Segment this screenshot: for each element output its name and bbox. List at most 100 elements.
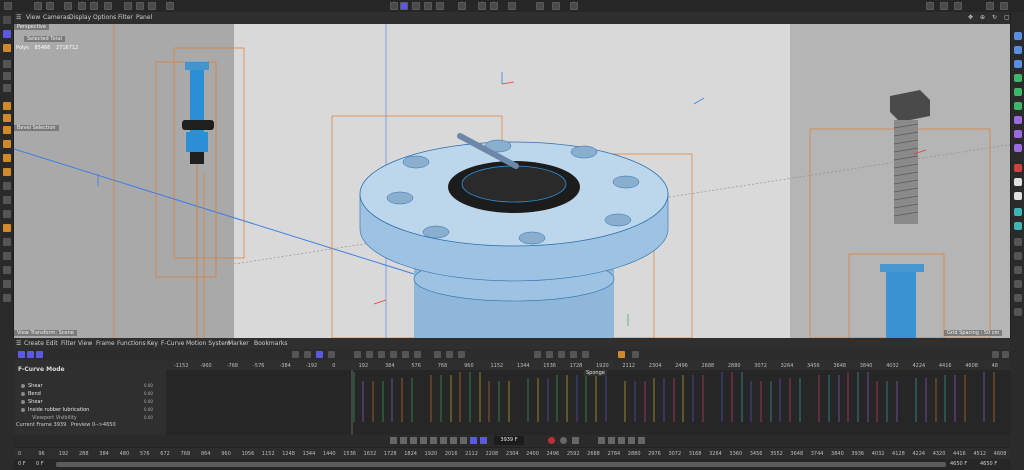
snap-tool-icon[interactable]: [3, 252, 11, 260]
bridge-tool-icon[interactable]: [3, 196, 11, 204]
render-object-icon[interactable]: [1014, 308, 1022, 316]
bevel-tool-icon[interactable]: [3, 168, 11, 176]
key-ease-icon[interactable]: [390, 351, 397, 358]
track-expand-icon[interactable]: [21, 408, 25, 412]
timeline-layout-icon-2[interactable]: [618, 351, 625, 358]
sponge-marker[interactable]: Sponge: [584, 370, 607, 376]
axis-x-icon[interactable]: [124, 2, 132, 10]
menu-display[interactable]: Display: [69, 14, 91, 21]
mograph-object-icon[interactable]: [1014, 280, 1022, 288]
magnet-tool-icon[interactable]: [3, 154, 11, 162]
track-expand-icon[interactable]: [21, 400, 25, 404]
tl-menu-frame[interactable]: Frame: [96, 340, 115, 347]
record-icon[interactable]: [480, 437, 487, 444]
track-row[interactable]: Shear 0.00: [14, 382, 166, 390]
tl-menu-motion-system[interactable]: Motion System: [186, 340, 231, 347]
track-expand-icon[interactable]: [21, 392, 25, 396]
auto-key-icon[interactable]: [316, 351, 323, 358]
tl-menu-fcurve[interactable]: F-Curve: [161, 340, 184, 347]
tag-object-icon[interactable]: [1014, 208, 1022, 216]
3d-viewport[interactable]: Perspective Selected Total Polys 85466 2…: [14, 24, 1010, 338]
range-end-b[interactable]: 4650 F: [980, 461, 997, 467]
current-frame-field[interactable]: 3939 F: [494, 436, 524, 445]
timeline-options-icon[interactable]: [632, 351, 639, 358]
cube-object-icon[interactable]: [1014, 32, 1022, 40]
tangent-break-icon[interactable]: [446, 351, 453, 358]
range-start-b[interactable]: 0 F: [36, 461, 44, 467]
simulation-object-icon[interactable]: [1014, 294, 1022, 302]
text-object-icon[interactable]: [1014, 60, 1022, 68]
frame-selected-icon[interactable]: [546, 351, 553, 358]
viewport-layout-icon[interactable]: ☰: [16, 14, 21, 21]
viewport-maximize-icon[interactable]: ▢: [1004, 14, 1010, 21]
auto-key-record-icon[interactable]: [560, 437, 567, 444]
timeline-expand-icon[interactable]: [1002, 351, 1009, 358]
layout-c-icon[interactable]: [954, 2, 962, 10]
move-icon[interactable]: [78, 2, 86, 10]
symmetry-icon[interactable]: [508, 2, 516, 10]
play-forward-icon[interactable]: [430, 437, 437, 444]
next-key-icon[interactable]: [450, 437, 457, 444]
curve-filter-icon[interactable]: [570, 351, 577, 358]
previous-frame-icon[interactable]: [410, 437, 417, 444]
menu-icon[interactable]: [4, 2, 12, 10]
viewport-nav-zoom-icon[interactable]: ⊕: [980, 14, 985, 21]
menu-view[interactable]: View: [26, 14, 40, 21]
play-backward-icon[interactable]: [420, 437, 427, 444]
rotate-tool-icon[interactable]: [3, 84, 11, 92]
key-linear-icon[interactable]: [354, 351, 361, 358]
edges-mode-icon[interactable]: [412, 2, 420, 10]
sculpt-tool-icon[interactable]: [3, 140, 11, 148]
grid-icon[interactable]: [490, 2, 498, 10]
menu-panel[interactable]: Panel: [136, 14, 152, 21]
primitive-tool-icon[interactable]: [3, 44, 11, 52]
account-icon[interactable]: [1000, 2, 1008, 10]
track-row[interactable]: Shear 0.00: [14, 398, 166, 406]
key-mode-icon[interactable]: [304, 351, 311, 358]
track-row[interactable]: Bend 0.00: [14, 390, 166, 398]
undo-icon[interactable]: [34, 2, 42, 10]
timeline-close-icon[interactable]: [992, 351, 999, 358]
motion-view-icon[interactable]: [36, 351, 43, 358]
loop-icon[interactable]: [470, 437, 477, 444]
track-row[interactable]: Viewport Visibility 0.00: [14, 414, 166, 422]
track-row[interactable]: Inside rubber lubrication 0.00: [14, 406, 166, 414]
frame-ruler[interactable]: 0 96 192 288 384 480 576 672 768 864 960 1056 1152 12…: [14, 447, 1010, 459]
axis-y-icon[interactable]: [136, 2, 144, 10]
coordinate-system-icon[interactable]: [166, 2, 174, 10]
tl-menu-edit[interactable]: Edit: [46, 340, 58, 347]
active-tool-icon[interactable]: [3, 30, 11, 38]
key-param-icon[interactable]: [628, 437, 635, 444]
fcurve-graph[interactable]: -1152 -960 -768 -576 -384 -192 0 192 384 576 768 96…: [166, 360, 1010, 438]
rotate-icon[interactable]: [104, 2, 112, 10]
weld-tool-icon[interactable]: [3, 210, 11, 218]
fcurve-view-icon[interactable]: [27, 351, 34, 358]
next-frame-icon[interactable]: [440, 437, 447, 444]
frame-all-icon[interactable]: [534, 351, 541, 358]
tl-menu-functions[interactable]: Functions: [117, 340, 146, 347]
key-rotation-icon[interactable]: [608, 437, 615, 444]
field-object-icon[interactable]: [1014, 144, 1022, 152]
workplane-icon[interactable]: [478, 2, 486, 10]
tl-menu-key[interactable]: Key: [147, 340, 158, 347]
axis-z-icon[interactable]: [148, 2, 156, 10]
spline-object-icon[interactable]: [1014, 46, 1022, 54]
grid-tool-icon[interactable]: [3, 266, 11, 274]
sky-object-icon[interactable]: [1014, 192, 1022, 200]
timeline-layout-icon[interactable]: ☰: [16, 340, 21, 347]
tangent-lock-icon[interactable]: [458, 351, 465, 358]
key-scale-icon[interactable]: [618, 437, 625, 444]
render-view-icon[interactable]: [536, 2, 544, 10]
model-mode-icon[interactable]: [390, 2, 398, 10]
menu-filter[interactable]: Filter: [118, 14, 133, 21]
light-object-icon[interactable]: [1014, 178, 1022, 186]
edit-tool-icon[interactable]: [3, 126, 11, 134]
redo-icon[interactable]: [46, 2, 54, 10]
settings-icon[interactable]: [986, 2, 994, 10]
tl-menu-bookmarks[interactable]: Bookmarks: [254, 340, 288, 347]
array-object-icon[interactable]: [1014, 102, 1022, 110]
brush-tool-icon[interactable]: [3, 114, 11, 122]
range-slider[interactable]: [56, 462, 946, 467]
render-picture-icon[interactable]: [552, 2, 560, 10]
key-ease-in-icon[interactable]: [402, 351, 409, 358]
